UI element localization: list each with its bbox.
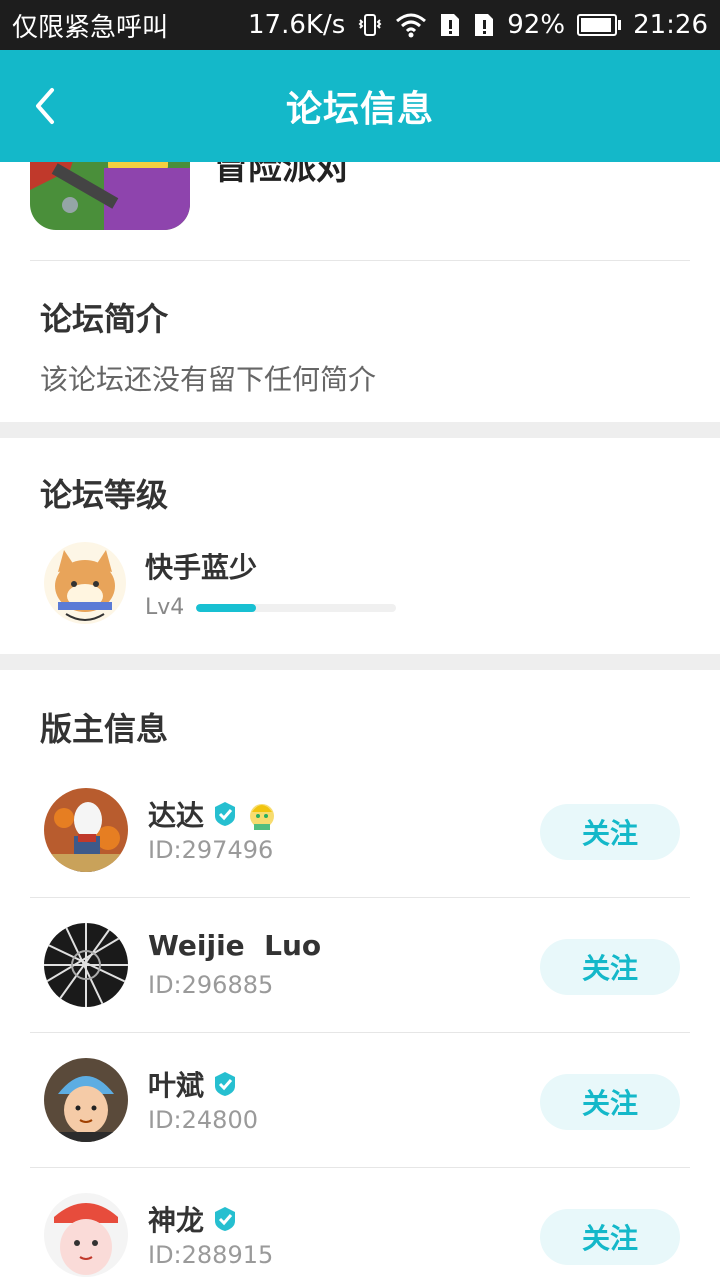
moderator-avatar[interactable] <box>44 788 128 872</box>
wifi-icon <box>395 12 427 38</box>
level-title: 论坛等级 <box>40 476 169 514</box>
moderator-name: 神龙 <box>148 1199 238 1239</box>
section-gap <box>0 422 720 438</box>
moderator-avatar[interactable] <box>44 1058 128 1142</box>
intro-title: 论坛简介 <box>40 300 169 338</box>
user-avatar[interactable] <box>44 542 126 624</box>
moderator-name-text: Weijie Luo <box>148 929 322 962</box>
network-speed: 17.6K/s <box>248 10 346 40</box>
moderator-id: ID:297496 <box>148 836 274 864</box>
status-right: 17.6K/s 92% 21:26 <box>248 10 708 40</box>
level-progress-fill <box>196 604 256 612</box>
moderator-row[interactable]: 叶斌 ID:24800 关注 <box>0 1034 720 1168</box>
moderator-row[interactable]: 神龙 ID:288915 关注 <box>0 1169 720 1280</box>
level-user-name: 快手蓝少 <box>145 551 258 584</box>
moderator-name: Weijie Luo <box>148 929 321 962</box>
page-title: 论坛信息 <box>285 89 434 130</box>
verified-icon <box>212 801 238 827</box>
moderator-row[interactable]: 达达 ID:297496 关注 <box>0 764 720 898</box>
intro-text: 该论坛还没有留下任何简介 <box>40 363 377 396</box>
follow-button[interactable]: 关注 <box>540 939 680 995</box>
moderator-id: ID:24800 <box>148 1106 258 1134</box>
moderator-avatar[interactable] <box>44 923 128 1007</box>
follow-button[interactable]: 关注 <box>540 1074 680 1130</box>
character-badge-icon <box>246 798 278 830</box>
moderator-id: ID:288915 <box>148 1241 274 1269</box>
divider <box>30 1032 690 1033</box>
app-header: 论坛信息 <box>0 50 720 162</box>
section-gap <box>0 654 720 670</box>
battery-percent: 92% <box>507 10 566 40</box>
divider <box>30 260 690 261</box>
follow-button[interactable]: 关注 <box>540 804 680 860</box>
moderator-name-text: 叶斌 <box>148 1069 205 1102</box>
divider <box>30 897 690 898</box>
verified-icon <box>212 1071 238 1097</box>
divider <box>30 1167 690 1168</box>
status-bar: 仅限紧急呼叫 17.6K/s 92% 21:26 <box>0 0 720 50</box>
moderator-avatar[interactable] <box>44 1193 128 1277</box>
back-arrow-icon <box>36 88 54 124</box>
level-label: Lv4 <box>145 595 185 620</box>
carrier-text: 仅限紧急呼叫 <box>12 12 169 43</box>
moderator-name-text: 达达 <box>148 799 205 832</box>
verified-icon <box>212 1206 238 1232</box>
back-button[interactable] <box>24 80 64 132</box>
sim-alert-icon <box>439 12 461 38</box>
screen: 仅限紧急呼叫 17.6K/s 92% 21:26 冒险派对 论坛简介 该论坛还没… <box>0 0 720 1280</box>
level-progress-bar <box>196 604 396 612</box>
clock: 21:26 <box>633 10 708 40</box>
moderators-title: 版主信息 <box>40 710 169 748</box>
sim-alert-icon-2 <box>473 12 495 38</box>
vibrate-icon <box>357 12 383 38</box>
moderator-name-text: 神龙 <box>148 1204 205 1237</box>
moderator-name: 叶斌 <box>148 1064 238 1104</box>
moderator-id: ID:296885 <box>148 971 274 999</box>
battery-icon <box>577 14 622 36</box>
moderator-name: 达达 <box>148 794 278 834</box>
moderator-row[interactable]: Weijie Luo ID:296885 关注 <box>0 899 720 1033</box>
follow-button[interactable]: 关注 <box>540 1209 680 1265</box>
